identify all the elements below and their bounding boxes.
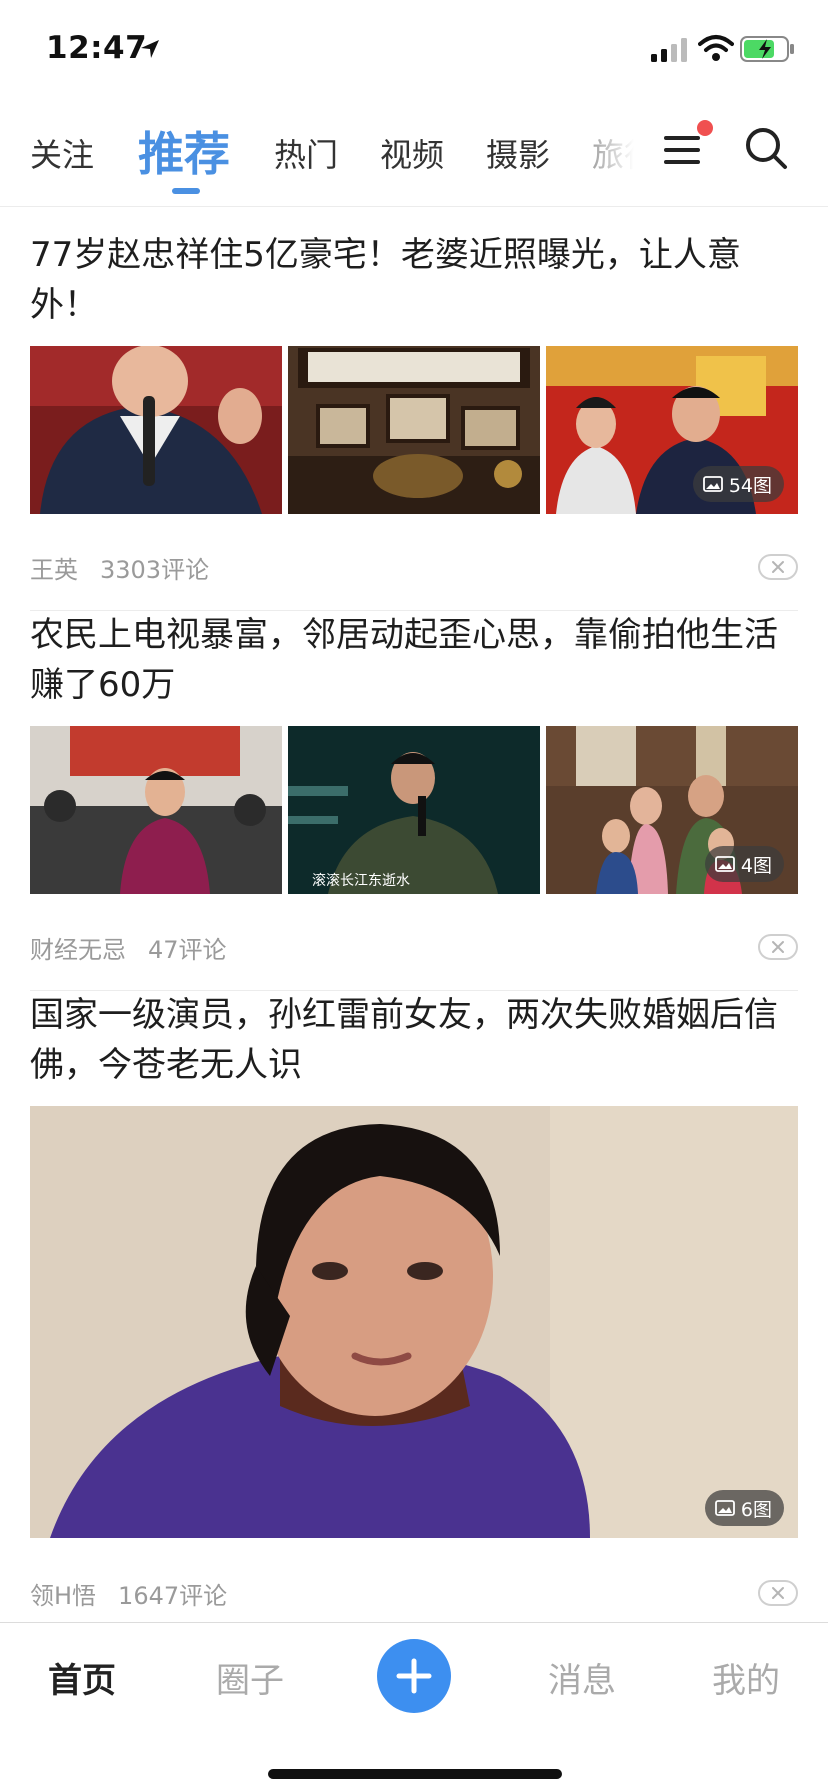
article-author[interactable]: 王英 [30, 556, 78, 584]
article-title[interactable]: 77岁赵忠祥住5亿豪宅！老婆近照曝光，让人意外！ [30, 230, 798, 330]
cellular-signal-icon [651, 38, 687, 62]
thumbnail-image[interactable]: 54图 [546, 346, 798, 514]
nav-mine[interactable]: 我的 [712, 1653, 780, 1702]
category-tab-bar: 关注 推荐 热门 视频 摄影 旅行 [0, 100, 828, 207]
status-time: 12:47 [46, 30, 148, 66]
tab-video[interactable]: 视频 [380, 130, 444, 176]
article-author[interactable]: 领H悟 [30, 1582, 96, 1610]
wifi-icon [698, 35, 734, 61]
photo-count-badge: 6图 [704, 1490, 784, 1526]
close-icon [772, 941, 784, 953]
article-large-image[interactable]: 6图 [30, 1106, 798, 1538]
thumbnail-image[interactable] [30, 726, 282, 894]
close-icon [772, 1587, 784, 1599]
tab-photography[interactable]: 摄影 [486, 130, 550, 176]
thumbnail-image[interactable] [30, 346, 282, 514]
status-bar: 12:47 [0, 0, 828, 100]
article-meta: 王英 3303评论 [30, 550, 209, 585]
close-icon [772, 561, 784, 573]
tab-recommended[interactable]: 推荐 [138, 118, 230, 184]
video-caption: 滚滚长江东逝水 [312, 873, 410, 889]
search-icon[interactable] [744, 126, 788, 170]
article-thumbnails[interactable]: 滚滚长江东逝水 4图 [30, 726, 798, 894]
thumbnail-image[interactable] [288, 346, 540, 514]
location-arrow-icon [141, 40, 159, 58]
comment-count[interactable]: 3303评论 [100, 556, 209, 584]
article-title[interactable]: 农民上电视暴富，邻居动起歪心思，靠偷拍他生活赚了60万 [30, 610, 798, 710]
notification-dot [697, 120, 713, 136]
article-thumbnails[interactable]: 54图 [30, 346, 798, 514]
photo-count-badge: 54图 [692, 466, 784, 502]
image-icon [715, 1500, 735, 1516]
battery-charging-icon [740, 36, 794, 62]
active-tab-indicator [172, 188, 200, 194]
article-card[interactable]: 77岁赵忠祥住5亿豪宅！老婆近照曝光，让人意外！ 54图 王英 3303评论 [30, 230, 798, 611]
home-indicator [268, 1769, 562, 1779]
tab-follow[interactable]: 关注 [30, 130, 94, 176]
tab-hot[interactable]: 热门 [274, 130, 338, 176]
photo-count: 6图 [740, 1498, 772, 1521]
tab-overflow-fade [580, 120, 670, 180]
photo-count-badge: 4图 [704, 846, 784, 882]
nav-home[interactable]: 首页 [48, 1653, 116, 1702]
comment-count[interactable]: 47评论 [148, 936, 227, 964]
menu-icon[interactable] [662, 130, 704, 170]
thumbnail-image[interactable]: 滚滚长江东逝水 [288, 726, 540, 894]
photo-count: 4图 [740, 854, 772, 877]
article-title[interactable]: 国家一级演员，孙红雷前女友，两次失败婚姻后信佛，今苍老无人识 [30, 990, 798, 1090]
nav-messages[interactable]: 消息 [548, 1653, 616, 1702]
article-author[interactable]: 财经无忌 [30, 936, 126, 964]
article-card[interactable]: 农民上电视暴富，邻居动起歪心思，靠偷拍他生活赚了60万 滚滚长江东逝水 4图 财… [30, 610, 798, 991]
article-meta: 财经无忌 47评论 [30, 930, 227, 965]
photo-count: 54图 [728, 474, 772, 497]
image-icon [702, 476, 723, 492]
bottom-tab-bar: 首页 圈子 消息 我的 [0, 1622, 828, 1792]
dismiss-button[interactable] [758, 554, 798, 580]
dismiss-button[interactable] [758, 1580, 798, 1606]
publish-button[interactable] [377, 1639, 451, 1713]
image-icon [715, 856, 735, 872]
plus-icon [396, 1658, 432, 1694]
comment-count[interactable]: 1647评论 [118, 1582, 227, 1610]
article-meta: 领H悟 1647评论 [30, 1576, 227, 1611]
thumbnail-image[interactable]: 4图 [546, 726, 798, 894]
dismiss-button[interactable] [758, 934, 798, 960]
article-card[interactable]: 国家一级演员，孙红雷前女友，两次失败婚姻后信佛，今苍老无人识 6图 领H悟 16… [30, 990, 798, 1610]
nav-circle[interactable]: 圈子 [216, 1653, 284, 1702]
